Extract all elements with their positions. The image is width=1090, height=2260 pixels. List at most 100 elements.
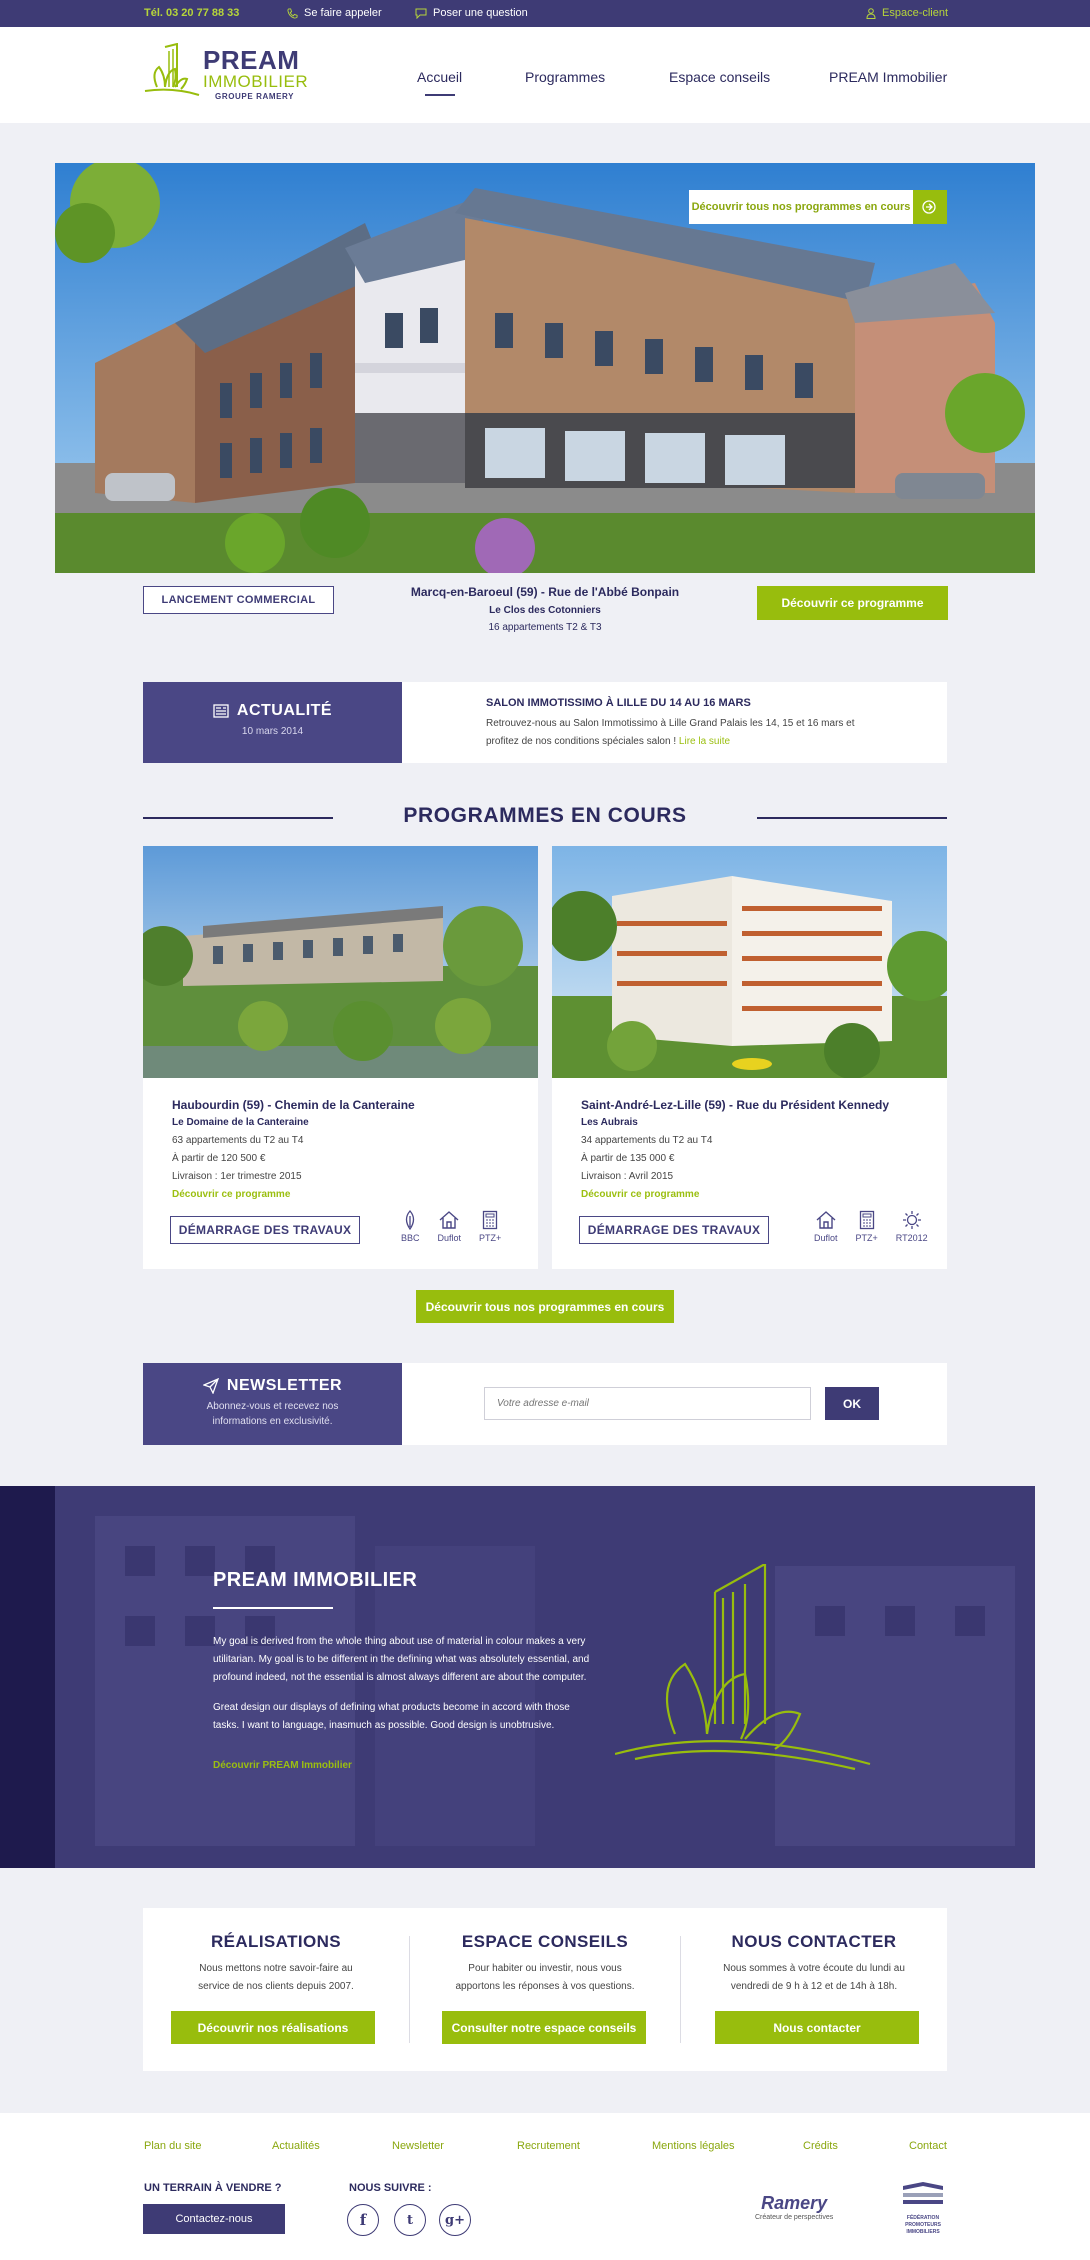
fpi-line-2: PROMOTEURS [905, 2222, 941, 2228]
news-heading-panel: ACTUALITÉ 10 mars 2014 [143, 682, 402, 763]
arrow-right-icon [913, 190, 947, 224]
about-title: PREAM IMMOBILIER [213, 1569, 418, 1591]
launch-badge: LANCEMENT COMMERCIAL [143, 586, 334, 614]
program-title: Saint-André-Lez-Lille (59) - Rue du Prés… [581, 1098, 890, 1112]
block-title: NOUS CONTACTER [731, 1932, 897, 1951]
label-ptz: PTZ+ [479, 1210, 501, 1243]
twitter-icon[interactable]: t [394, 2204, 426, 2236]
footer-link-credits[interactable]: Crédits [803, 2140, 838, 2152]
realisations-button[interactable]: Découvrir nos réalisations [171, 2011, 375, 2044]
footer-link-sitemap[interactable]: Plan du site [144, 2140, 201, 2152]
hero-apartments: 16 appartements T2 & T3 [488, 622, 602, 633]
top-bar: Tél. 03 20 77 88 33 Se faire appeler Pos… [0, 0, 1090, 27]
about-p1-line-1: My goal is derived from the whole thing … [213, 1636, 586, 1647]
news-heading: ACTUALITÉ [236, 702, 333, 719]
footer-link-news[interactable]: Actualités [272, 2140, 320, 2152]
label-text: RT2012 [895, 1233, 928, 1243]
ramery-logo[interactable]: Ramery Créateur de perspectives [755, 2193, 833, 2221]
newsletter-submit-button[interactable]: OK [825, 1387, 879, 1420]
program-delivery: Livraison : 1er trimestre 2015 [172, 1171, 302, 1182]
facebook-icon[interactable]: f [347, 2204, 379, 2236]
about-p2-line-1: Great design our displays of defining wh… [213, 1702, 570, 1713]
label-text: BBC [401, 1233, 420, 1243]
ask-question-link[interactable]: Poser une question [415, 7, 528, 19]
newsletter-sub-line-1: Abonnez-vous et recevez nos [206, 1401, 339, 1412]
label-bbc: BBC [401, 1210, 420, 1243]
news-content: SALON IMMOTISSIMO À LILLE DU 14 AU 16 MA… [402, 682, 947, 763]
brand-subtitle: IMMOBILIER [203, 72, 309, 91]
hero-residence: Le Clos des Cotonniers [489, 605, 601, 616]
paper-plane-icon [202, 1378, 219, 1394]
label-text: Duflot [437, 1233, 462, 1243]
program-apartments: 63 appartements du T2 au T4 [172, 1135, 304, 1146]
newsletter-sub-line-2: informations en exclusivité. [212, 1416, 333, 1427]
about-text: My goal is derived from the whole thing … [213, 1633, 589, 1735]
program-card: Haubourdin (59) - Chemin de la Canterain… [133, 846, 538, 1269]
program-status: DÉMARRAGE DES TRAVAUX [579, 1216, 769, 1244]
block-title: ESPACE CONSEILS [461, 1932, 629, 1951]
fpi-emblem [903, 2182, 943, 2204]
footer-link-newsletter[interactable]: Newsletter [392, 2140, 444, 2152]
logo[interactable]: PREAM IMMOBILIER GROUPE RAMERY [143, 43, 313, 105]
all-programs-hero-button[interactable]: Découvrir tous nos programmes en cours [689, 190, 947, 224]
google-plus-icon[interactable]: g+ [439, 2204, 471, 2236]
news-body-line-1: Retrouvez-nous au Salon Immotissimo à Li… [486, 718, 855, 729]
program-labels: Duflot PTZ+ RT2012 [814, 1210, 928, 1243]
newsletter-heading: NEWSLETTER [226, 1377, 343, 1394]
land-contact-button[interactable]: Contactez-nous [143, 2204, 285, 2234]
call-back-link[interactable]: Se faire appeler [287, 7, 382, 19]
logo-outline-graphic [615, 1564, 871, 1771]
block-text: Pour habiter ou investir, nous vous appo… [410, 1960, 680, 1996]
logo-icon [144, 43, 200, 96]
label-duflot: Duflot [814, 1210, 838, 1243]
nav-item-pream-immobilier[interactable]: PREAM Immobilier [829, 69, 947, 85]
footer-link-jobs[interactable]: Recrutement [517, 2140, 580, 2152]
program-link[interactable]: Découvrir ce programme [581, 1186, 712, 1204]
house-icon [439, 1211, 459, 1229]
follow-title: NOUS SUIVRE : [349, 2182, 432, 2194]
news-body-line-2: profitez de nos conditions spéciales sal… [486, 736, 677, 747]
about-side-bar [0, 1486, 55, 1868]
newsletter-heading-panel: NEWSLETTER Abonnez-vous et recevez nos i… [143, 1363, 402, 1445]
fpi-logo[interactable]: FÉDÉRATION PROMOTEURS IMMOBILIERS [898, 2180, 948, 2236]
ramery-name: Ramery [761, 2193, 828, 2213]
phone-number[interactable]: Tél. 03 20 77 88 33 [144, 7, 239, 19]
block-text: Nous mettons notre savoir-faire au servi… [143, 1960, 409, 1996]
contact-button[interactable]: Nous contacter [715, 2011, 919, 2044]
nav-item-espace-conseils[interactable]: Espace conseils [669, 69, 770, 85]
label-duflot: Duflot [437, 1210, 462, 1243]
program-image-saint-andre[interactable] [547, 846, 957, 1079]
program-apartments: 34 appartements du T2 au T4 [581, 1135, 713, 1146]
phone-icon [287, 7, 298, 19]
title-divider-right [757, 817, 947, 819]
block-text-line-1: Pour habiter ou investir, nous vous [468, 1963, 622, 1974]
program-price: À partir de 135 000 € [581, 1153, 675, 1164]
footer-link-contact[interactable]: Contact [909, 2140, 947, 2152]
fpi-line-3: IMMOBILIERS [906, 2229, 940, 2235]
client-space-link[interactable]: Espace-client [866, 7, 948, 19]
news-title: SALON IMMOTISSIMO À LILLE DU 14 AU 16 MA… [486, 697, 751, 709]
discover-program-button[interactable]: Découvrir ce programme [757, 586, 948, 620]
program-link[interactable]: Découvrir ce programme [172, 1186, 309, 1204]
block-text-line-2: service de nos clients depuis 2007. [198, 1981, 354, 1992]
news-date: 10 mars 2014 [241, 726, 304, 737]
hero-location: Marcq-en-Baroeul (59) - Rue de l'Abbé Bo… [410, 585, 680, 599]
block-realisations: RÉALISATIONS Nous mettons notre savoir-f… [143, 1908, 409, 1996]
news-read-more[interactable]: Lire la suite [679, 736, 730, 747]
label-text: Duflot [814, 1233, 838, 1243]
fpi-text: FÉDÉRATION PROMOTEURS IMMOBILIERS [898, 2215, 948, 2236]
program-image-haubourdin[interactable] [133, 846, 538, 1078]
program-residence: Le Domaine de la Canteraine [172, 1117, 309, 1128]
call-back-label: Se faire appeler [304, 7, 382, 19]
about-p1-line-3: profound indeed, not the essential is al… [213, 1672, 587, 1683]
email-field[interactable] [484, 1387, 811, 1420]
footer-link-legal[interactable]: Mentions légales [652, 2140, 735, 2152]
about-link[interactable]: Découvrir PREAM Immobilier [213, 1760, 352, 1771]
title-divider-left [143, 817, 333, 819]
header: PREAM IMMOBILIER GROUPE RAMERY Accueil P… [0, 27, 1090, 123]
nav-item-accueil[interactable]: Accueil [417, 69, 462, 85]
espace-conseils-button[interactable]: Consulter notre espace conseils [442, 2011, 646, 2044]
newsletter-form: OK [402, 1363, 947, 1445]
nav-item-programmes[interactable]: Programmes [525, 69, 605, 85]
all-programs-button[interactable]: Découvrir tous nos programmes en cours [416, 1290, 674, 1323]
